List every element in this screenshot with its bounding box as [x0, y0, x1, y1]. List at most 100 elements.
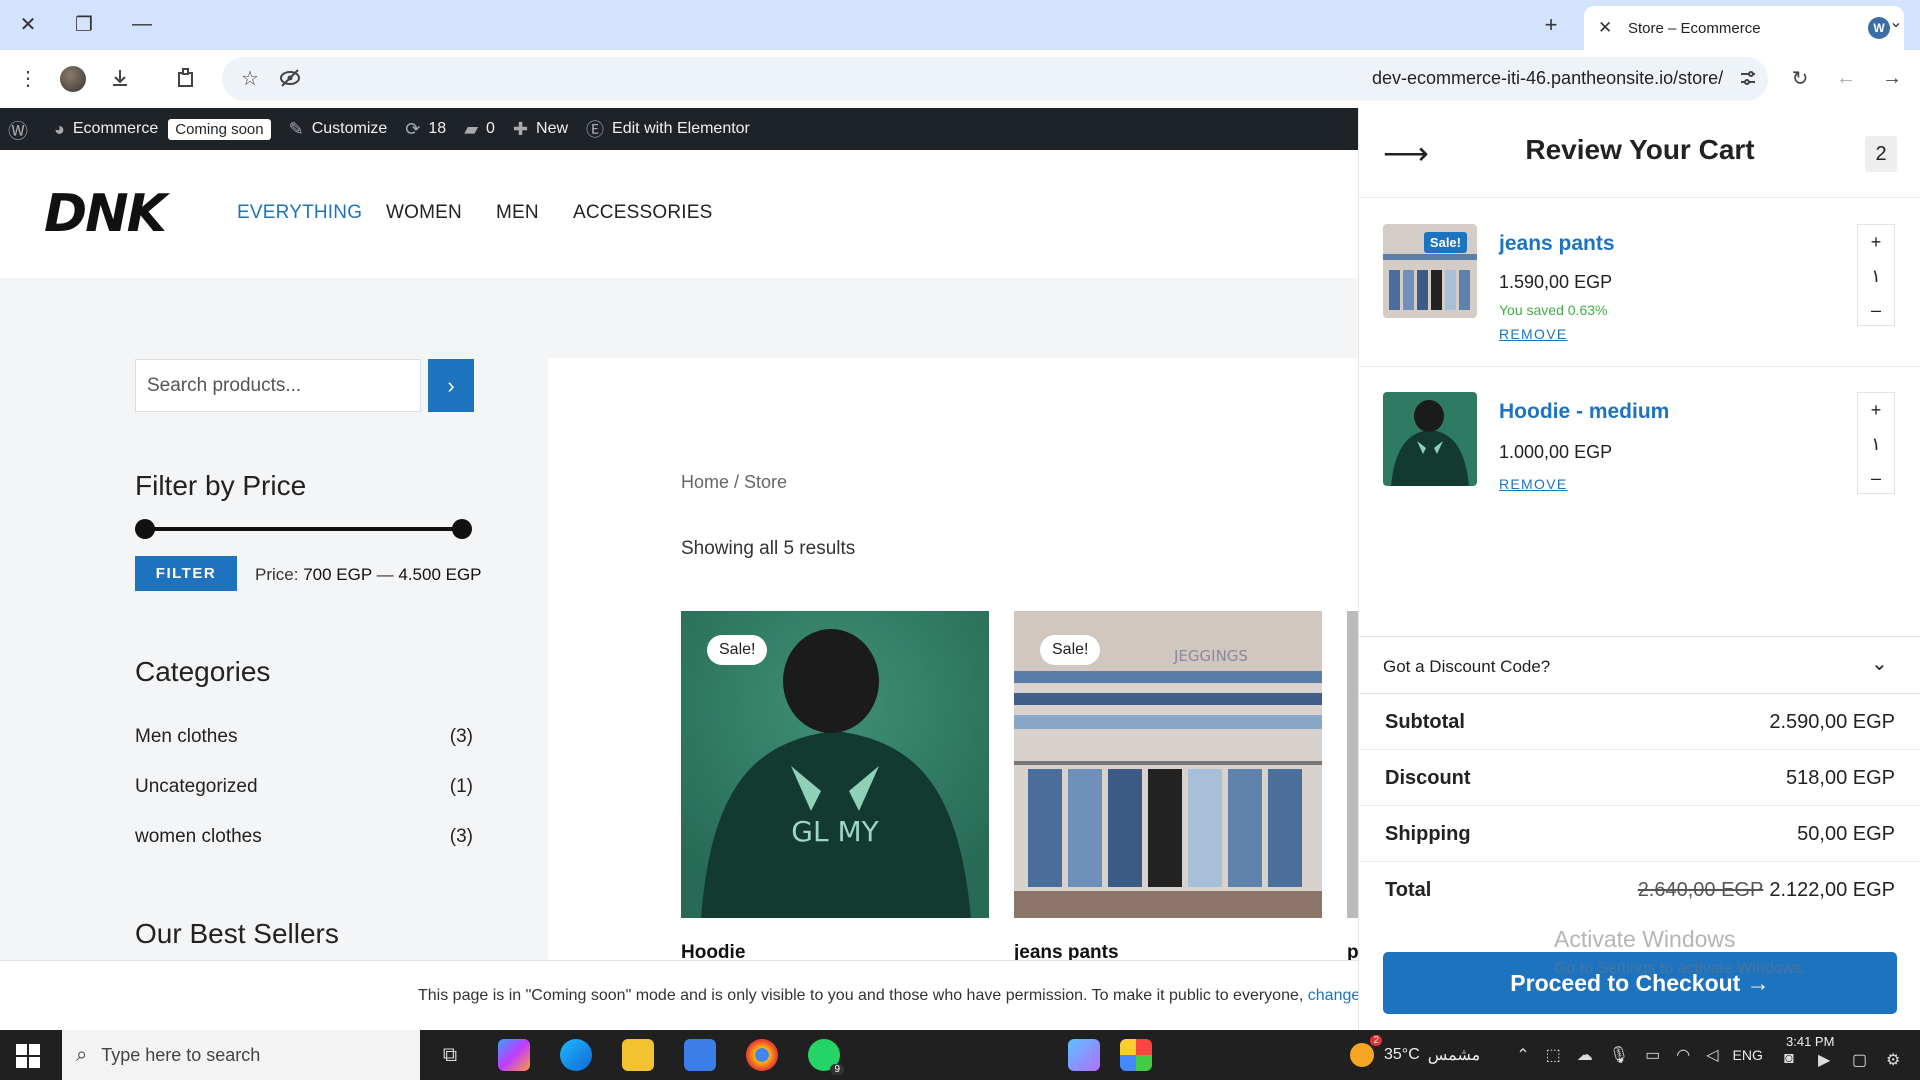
tab-close-icon[interactable]: ✕: [1598, 18, 1620, 38]
sale-badge: Sale!: [707, 635, 768, 665]
wifi-icon[interactable]: ◠: [1676, 1045, 1690, 1065]
weather-temp[interactable]: 35°C: [1384, 1046, 1420, 1064]
tab-store[interactable]: ✕ Store – Ecommerce W: [1584, 6, 1904, 50]
product-card-partial[interactable]: [1347, 611, 1358, 918]
search-icon: ⌕: [76, 1043, 88, 1066]
eye-off-icon[interactable]: [276, 64, 304, 92]
chevron-up-icon[interactable]: ⌃: [1516, 1045, 1529, 1065]
filter-button[interactable]: FILTER: [135, 556, 237, 591]
site-settings-icon[interactable]: [1734, 64, 1762, 92]
tab-search-chevron-icon[interactable]: ⌄: [1882, 12, 1910, 32]
cart-item-image[interactable]: [1383, 392, 1477, 486]
taskbar-clock[interactable]: 3:41 PM: [1786, 1034, 1834, 1049]
updates-link[interactable]: ⟳ 18: [405, 119, 446, 140]
extensions-icon[interactable]: [172, 64, 200, 92]
battery-icon[interactable]: ▭: [1645, 1045, 1660, 1065]
edge-icon[interactable]: [560, 1039, 592, 1071]
tray-app-icon[interactable]: ⬚: [1546, 1045, 1561, 1065]
remove-item-link[interactable]: REMOVE: [1499, 326, 1567, 342]
nav-women[interactable]: WOMEN: [386, 202, 462, 224]
comments-link[interactable]: ▰ 0: [464, 119, 495, 140]
cart-title: Review Your Cart: [1525, 134, 1755, 165]
cart-count-badge: 2: [1865, 136, 1897, 172]
category-item[interactable]: Uncategorized (1): [135, 776, 473, 798]
nav-accessories[interactable]: ACCESSORIES: [573, 202, 712, 224]
price-slider-min-handle[interactable]: [135, 519, 155, 539]
chrome-icon[interactable]: [746, 1039, 778, 1071]
close-window-icon[interactable]: ✕: [8, 8, 48, 40]
decrease-qty-button[interactable]: –: [1858, 461, 1894, 495]
video-icon[interactable]: ▶: [1818, 1050, 1840, 1072]
notice-message: This page is in "Coming soon" mode and i…: [418, 987, 1308, 1004]
notifications-icon[interactable]: ▢: [1852, 1050, 1874, 1072]
language-indicator[interactable]: ENG: [1733, 1047, 1763, 1063]
decrease-qty-button[interactable]: –: [1858, 293, 1894, 327]
onedrive-icon[interactable]: ☁: [1577, 1045, 1593, 1065]
customize-link[interactable]: ✎ Customize: [289, 119, 388, 140]
taskbar-search-box[interactable]: ⌕ Type here to search: [62, 1030, 420, 1080]
download-icon[interactable]: [106, 64, 134, 92]
elementor-label: Edit with Elementor: [612, 120, 750, 137]
cart-item-image[interactable]: Sale!: [1383, 224, 1477, 318]
price-min: 700 EGP: [303, 565, 372, 584]
new-tab-icon[interactable]: +: [1536, 12, 1566, 38]
wp-logo-menu[interactable]: Ⓦ: [8, 115, 36, 144]
category-name[interactable]: women clothes: [135, 826, 262, 848]
profile-avatar[interactable]: [60, 66, 86, 92]
copilot-icon[interactable]: [498, 1039, 530, 1071]
comments-count: 0: [486, 120, 495, 137]
price-slider-max-handle[interactable]: [452, 519, 472, 539]
product-card-jeans[interactable]: JEGGINGS Sale!: [1014, 611, 1322, 918]
site-name-menu[interactable]: ◕ Ecommerce Coming soon: [54, 118, 271, 140]
menu-kebab-icon[interactable]: ⋮: [14, 64, 42, 92]
restore-window-icon[interactable]: ❐: [64, 8, 104, 40]
app-icon[interactable]: [1068, 1039, 1100, 1071]
microphone-icon[interactable]: 🎙: [1609, 1045, 1629, 1065]
quantity-value[interactable]: ١: [1858, 259, 1894, 293]
new-label: New: [536, 120, 569, 137]
price-slider-track[interactable]: [145, 527, 463, 531]
remove-item-link[interactable]: REMOVE: [1499, 476, 1567, 492]
weather-condition[interactable]: مشمس: [1428, 1045, 1481, 1065]
windows-start-icon[interactable]: [16, 1044, 40, 1068]
product-search-input[interactable]: Search products...: [135, 359, 421, 412]
product-card-hoodie[interactable]: GL MY Sale!: [681, 611, 989, 918]
discount-row: Discount 518,00 EGP: [1359, 750, 1920, 806]
camera-icon[interactable]: ◙: [1784, 1050, 1806, 1072]
reload-icon[interactable]: ↻: [1786, 64, 1814, 92]
category-item[interactable]: Men clothes (3): [135, 726, 473, 748]
breadcrumb[interactable]: Home / Store: [681, 472, 787, 493]
bookmark-star-icon[interactable]: ☆: [236, 64, 264, 92]
whatsapp-icon[interactable]: 9: [808, 1039, 844, 1075]
volume-icon[interactable]: ◁: [1706, 1045, 1718, 1065]
url-text[interactable]: dev-ecommerce-iti-46.pantheonsite.io/sto…: [1372, 68, 1723, 89]
settings-gear-icon[interactable]: ⚙: [1886, 1050, 1908, 1072]
store-icon[interactable]: [684, 1039, 716, 1071]
category-item[interactable]: women clothes (3): [135, 826, 473, 848]
cart-item-name[interactable]: jeans pants: [1499, 232, 1615, 256]
site-name: Ecommerce: [72, 120, 159, 137]
category-name[interactable]: Men clothes: [135, 726, 237, 748]
office-icon[interactable]: [1120, 1039, 1152, 1071]
increase-qty-button[interactable]: +: [1858, 393, 1894, 427]
back-icon[interactable]: ←: [1832, 64, 1860, 92]
minimize-window-icon[interactable]: —: [122, 8, 162, 40]
forward-icon[interactable]: →: [1878, 64, 1906, 92]
weather-icon[interactable]: 2: [1350, 1035, 1382, 1067]
discount-code-toggle[interactable]: Got a Discount Code? ⌄: [1359, 636, 1920, 694]
file-explorer-icon[interactable]: [622, 1039, 654, 1071]
site-logo[interactable]: DNK: [44, 184, 167, 244]
total-old-value: 2.640,00 EGP: [1637, 879, 1764, 901]
category-name[interactable]: Uncategorized: [135, 776, 258, 798]
cart-item-price: 1.590,00 EGP: [1499, 272, 1613, 292]
search-submit-button[interactable]: ›: [428, 359, 474, 412]
total-label: Total: [1385, 879, 1432, 901]
nav-men[interactable]: MEN: [496, 202, 539, 224]
increase-qty-button[interactable]: +: [1858, 225, 1894, 259]
new-content-menu[interactable]: ✚ New: [513, 119, 568, 140]
nav-everything[interactable]: EVERYTHING: [237, 202, 362, 224]
edit-with-elementor-link[interactable]: Ⓔ Edit with Elementor: [586, 116, 750, 142]
quantity-value[interactable]: ١: [1858, 427, 1894, 461]
cart-item-name[interactable]: Hoodie - medium: [1499, 400, 1669, 424]
task-view-icon[interactable]: ⧉: [434, 1039, 466, 1071]
